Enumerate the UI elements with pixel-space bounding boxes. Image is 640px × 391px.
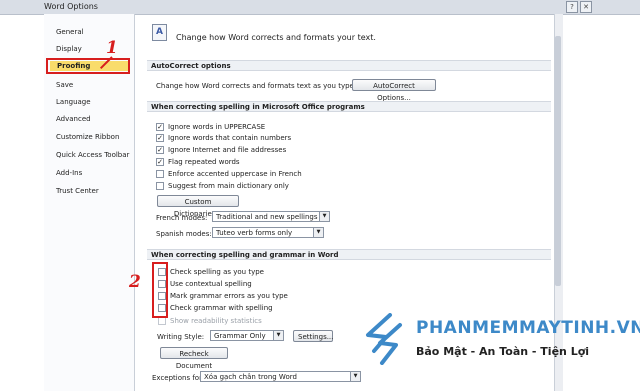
annotation-number-2: 2 — [129, 272, 141, 292]
section-office-spelling: When correcting spelling in Microsoft Of… — [147, 101, 551, 112]
nav-item-save[interactable]: Save — [56, 81, 73, 89]
exceptions-label: Exceptions for: — [152, 374, 205, 382]
nav-item-quick-access-toolbar[interactable]: Quick Access Toolbar — [56, 151, 129, 159]
annotation-box-checkboxes — [152, 262, 168, 318]
autocorrect-label: Change how Word corrects and formats tex… — [156, 82, 357, 90]
watermark-logo-icon — [366, 313, 402, 365]
autocorrect-options-button[interactable]: AutoCorrect Options... — [352, 79, 436, 102]
option-check-grammar: Check grammar with spelling — [170, 304, 273, 312]
spanish-modes-label: Spanish modes: — [156, 230, 212, 238]
checkbox-readability[interactable] — [158, 317, 166, 325]
checkbox-ignore-uppercase[interactable]: ✓ — [156, 123, 164, 131]
section-autocorrect: AutoCorrect options — [147, 60, 551, 71]
custom-dictionaries-button[interactable]: Custom Dictionaries... — [157, 195, 239, 218]
spanish-modes-select[interactable]: Tuteo verb forms only ▼ — [212, 227, 324, 238]
checkbox-ignore-internet[interactable]: ✓ — [156, 146, 164, 154]
option-flag-repeated: Flag repeated words — [168, 158, 240, 166]
spanish-modes-value: Tuteo verb forms only — [216, 229, 293, 237]
chevron-down-icon: ▼ — [313, 228, 323, 237]
chevron-down-icon: ▼ — [273, 331, 283, 340]
title-bar: Word Options ? ✕ — [0, 0, 640, 15]
writing-style-value: Grammar Only — [214, 332, 266, 340]
option-readability: Show readability statistics — [170, 317, 262, 325]
writing-style-select[interactable]: Grammar Only ▼ — [210, 330, 284, 341]
section-word-spelling: When correcting spelling and grammar in … — [147, 249, 551, 260]
french-modes-label: French modes: — [156, 214, 208, 222]
nav-item-advanced[interactable]: Advanced — [56, 115, 91, 123]
exceptions-value: Xóa gạch chân trong Word — [204, 373, 297, 381]
french-modes-value: Traditional and new spellings — [216, 213, 318, 221]
option-check-spelling: Check spelling as you type — [170, 268, 264, 276]
chevron-down-icon: ▼ — [350, 372, 360, 381]
watermark-title: PHANMEMMAYTINH.VN — [416, 318, 640, 338]
french-modes-select[interactable]: Traditional and new spellings ▼ — [212, 211, 330, 222]
settings-button[interactable]: Settings... — [293, 330, 333, 342]
option-ignore-numbers: Ignore words that contain numbers — [168, 134, 292, 142]
writing-style-label: Writing Style: — [157, 333, 205, 341]
close-icon[interactable]: ✕ — [580, 1, 592, 13]
nav-item-display[interactable]: Display — [56, 45, 82, 53]
nav-item-language[interactable]: Language — [56, 98, 91, 106]
nav-item-customize-ribbon[interactable]: Customize Ribbon — [56, 133, 119, 141]
exceptions-select[interactable]: Xóa gạch chân trong Word ▼ — [200, 371, 361, 382]
watermark-tagline: Bảo Mật - An Toàn - Tiện Lợi — [416, 345, 590, 358]
option-enforce-accented: Enforce accented uppercase in French — [168, 170, 302, 178]
nav-item-add-ins[interactable]: Add-Ins — [56, 169, 82, 177]
nav-item-trust-center[interactable]: Trust Center — [56, 187, 99, 195]
scrollbar-thumb[interactable] — [555, 36, 561, 286]
checkbox-enforce-accented[interactable] — [156, 170, 164, 178]
recheck-document-button[interactable]: Recheck Document — [160, 347, 228, 370]
checkbox-flag-repeated[interactable]: ✓ — [156, 158, 164, 166]
proofing-icon: A — [152, 24, 167, 41]
help-icon[interactable]: ? — [566, 1, 578, 13]
page-header: Change how Word corrects and formats you… — [176, 33, 376, 42]
option-mark-grammar: Mark grammar errors as you type — [170, 292, 288, 300]
option-ignore-uppercase: Ignore words in UPPERCASE — [168, 123, 266, 131]
window-title: Word Options — [44, 2, 98, 11]
chevron-down-icon: ▼ — [319, 212, 329, 221]
window-controls: ? ✕ — [566, 1, 592, 13]
option-suggest-main: Suggest from main dictionary only — [168, 182, 289, 190]
annotation-box-proofing — [46, 58, 130, 74]
checkbox-suggest-main[interactable] — [156, 182, 164, 190]
checkbox-ignore-numbers[interactable]: ✓ — [156, 134, 164, 142]
annotation-number-1: 1 — [106, 38, 118, 58]
option-contextual-spelling: Use contextual spelling — [170, 280, 252, 288]
nav-item-general[interactable]: General — [56, 28, 84, 36]
option-ignore-internet: Ignore Internet and file addresses — [168, 146, 287, 154]
